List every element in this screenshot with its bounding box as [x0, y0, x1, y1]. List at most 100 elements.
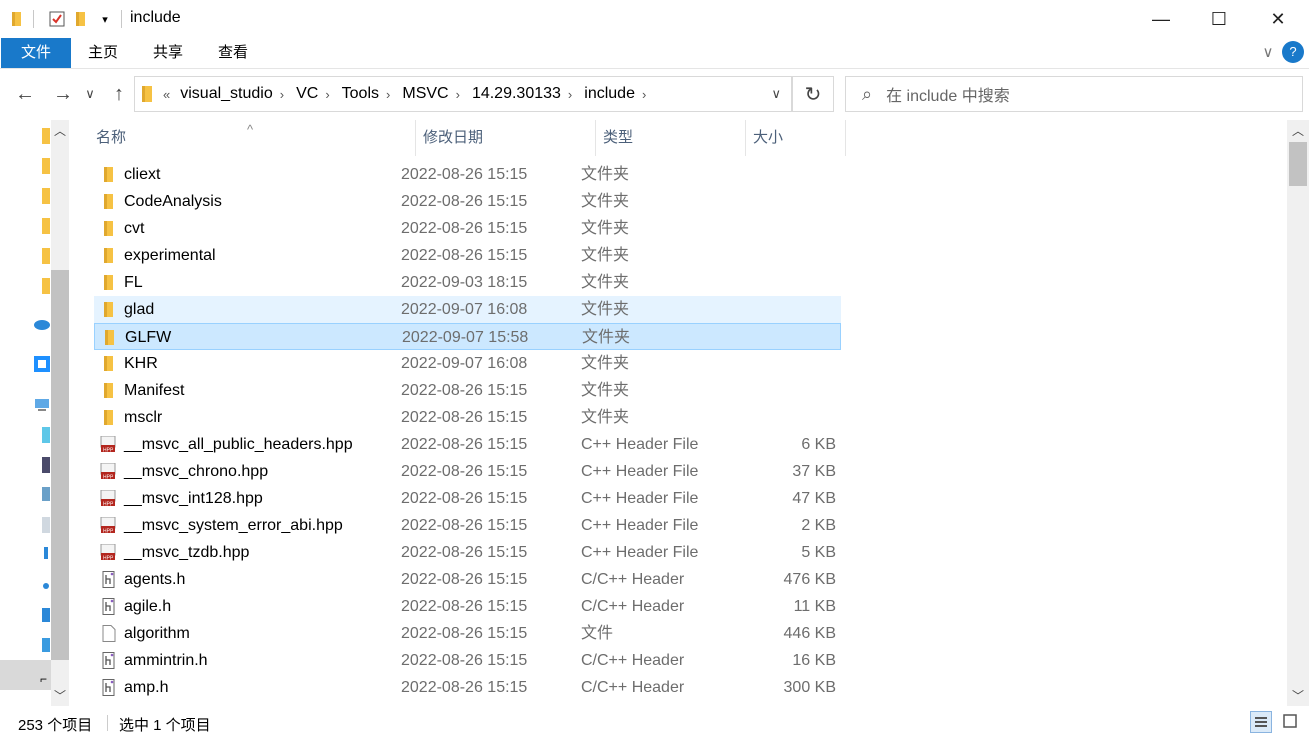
file-row[interactable]: KHR 2022-09-07 16:08 文件夹: [94, 350, 841, 377]
chevron-right-icon[interactable]: ›: [325, 87, 329, 102]
file-row[interactable]: amp.h 2022-08-26 15:15 C/C++ Header 300 KB: [94, 674, 841, 701]
music-icon[interactable]: [42, 582, 50, 590]
videos-icon[interactable]: [42, 457, 50, 473]
chevron-right-icon[interactable]: ›: [386, 87, 390, 102]
column-divider[interactable]: [845, 120, 846, 156]
breadcrumb-overflow[interactable]: «: [163, 87, 170, 102]
column-divider[interactable]: [745, 120, 746, 156]
maximize-button[interactable]: ☐: [1196, 0, 1242, 38]
file-row[interactable]: cvt 2022-08-26 15:15 文件夹: [94, 215, 841, 242]
forward-button[interactable]: →: [48, 78, 78, 110]
breadcrumb-version[interactable]: 14.29.30133: [472, 85, 561, 103]
file-type: 文件夹: [581, 193, 630, 210]
tab-file[interactable]: 文件: [1, 38, 71, 68]
address-dropdown-icon[interactable]: ∨: [771, 86, 781, 102]
scroll-up-icon[interactable]: ︿: [1292, 122, 1304, 139]
expand-ribbon-icon[interactable]: ∨: [1256, 38, 1280, 68]
scroll-down-icon[interactable]: ﹀: [54, 687, 66, 704]
tab-home[interactable]: 主页: [80, 38, 126, 68]
chevron-right-icon[interactable]: ›: [280, 87, 284, 102]
folder-icon[interactable]: [42, 158, 50, 174]
folder-icon[interactable]: [42, 128, 50, 144]
file-row[interactable]: HPP __msvc_system_error_abi.hpp 2022-08-26…: [94, 512, 841, 539]
scroll-down-icon[interactable]: ﹀: [1292, 687, 1304, 704]
column-divider[interactable]: [595, 120, 596, 156]
file-row[interactable]: Manifest 2022-08-26 15:15 文件夹: [94, 377, 841, 404]
file-row[interactable]: HPP __msvc_tzdb.hpp 2022-08-26 15:15 C++ He…: [94, 539, 841, 566]
file-size: [734, 404, 836, 431]
nav-scroll-thumb[interactable]: [51, 270, 69, 660]
address-bar[interactable]: « visual_studio › VC › Tools › MSVC › 14…: [134, 76, 792, 112]
refresh-button[interactable]: ↻: [792, 76, 834, 112]
file-type: C/C++ Header: [581, 571, 685, 588]
svg-text:HPP: HPP: [103, 448, 114, 454]
chevron-right-icon[interactable]: ›: [456, 87, 460, 102]
properties-icon[interactable]: [47, 9, 67, 29]
file-size: 446 KB: [783, 625, 836, 642]
column-header-date[interactable]: 修改日期: [423, 120, 483, 156]
file-row[interactable]: cliext 2022-08-26 15:15 文件夹: [94, 161, 841, 188]
onedrive-icon[interactable]: [32, 318, 50, 330]
this-pc-icon[interactable]: [34, 398, 50, 412]
file-row[interactable]: algorithm 2022-08-26 15:15 文件 446 KB: [94, 620, 841, 647]
column-header-size[interactable]: 大小: [753, 120, 783, 156]
breadcrumb-vc[interactable]: VC: [296, 85, 318, 103]
large-icons-view-icon[interactable]: [1280, 711, 1302, 733]
objects-3d-icon[interactable]: [42, 427, 50, 443]
folder-icon[interactable]: [42, 218, 50, 234]
breadcrumb-msvc[interactable]: MSVC: [402, 85, 448, 103]
customize-toolbar-icon[interactable]: ▾: [97, 9, 113, 29]
folder-icon[interactable]: [42, 278, 50, 294]
file-row[interactable]: agile.h 2022-08-26 15:15 C/C++ Header 11 KB: [94, 593, 841, 620]
new-folder-icon[interactable]: [74, 9, 90, 29]
app-icon[interactable]: [34, 356, 50, 372]
file-size: 16 KB: [792, 652, 836, 669]
file-row[interactable]: msclr 2022-08-26 15:15 文件夹: [94, 404, 841, 431]
item-count: 253 个项目: [18, 717, 93, 734]
tab-share[interactable]: 共享: [145, 38, 191, 68]
file-row[interactable]: agents.h 2022-08-26 15:15 C/C++ Header 476 …: [94, 566, 841, 593]
column-header-name[interactable]: 名称: [96, 120, 126, 156]
file-list-scrollbar[interactable]: ︿ ﹀: [1287, 120, 1309, 706]
breadcrumb-include[interactable]: include: [584, 85, 635, 103]
file-row[interactable]: experimental 2022-08-26 15:15 文件夹: [94, 242, 841, 269]
file-row[interactable]: HPP __msvc_int128.hpp 2022-08-26 15:15 C++ …: [94, 485, 841, 512]
file-name: __msvc_tzdb.hpp: [124, 544, 250, 561]
details-view-icon[interactable]: [1250, 711, 1272, 733]
column-header-type[interactable]: 类型: [603, 120, 633, 156]
scroll-thumb[interactable]: [1289, 142, 1307, 186]
close-button[interactable]: ✕: [1255, 0, 1301, 38]
folder-icon[interactable]: [42, 248, 50, 264]
breadcrumb-visual-studio[interactable]: visual_studio: [180, 85, 273, 103]
drive-icon[interactable]: ⌐: [40, 672, 47, 686]
documents-icon[interactable]: [42, 517, 50, 533]
pictures-icon[interactable]: [42, 487, 50, 501]
file-type: 文件: [581, 625, 614, 642]
breadcrumb-tools[interactable]: Tools: [342, 85, 379, 103]
help-icon[interactable]: ?: [1282, 41, 1304, 63]
folder-icon[interactable]: [42, 188, 50, 204]
folder-icon: [10, 9, 26, 29]
file-row[interactable]: HPP __msvc_chrono.hpp 2022-08-26 15:15 C++ …: [94, 458, 841, 485]
file-row[interactable]: glad 2022-09-07 16:08 文件夹: [94, 296, 841, 323]
file-row[interactable]: FL 2022-09-03 18:15 文件夹: [94, 269, 841, 296]
chevron-right-icon[interactable]: ›: [568, 87, 572, 102]
up-button[interactable]: ↑: [104, 78, 134, 110]
search-input[interactable]: ⌕ 在 include 中搜索: [845, 76, 1303, 112]
column-divider[interactable]: [415, 120, 416, 156]
file-row[interactable]: GLFW 2022-09-07 15:58 文件夹: [94, 323, 841, 350]
separator: [33, 10, 34, 28]
file-row[interactable]: HPP __msvc_all_public_headers.hpp 2022-08-…: [94, 431, 841, 458]
downloads-icon[interactable]: [42, 547, 50, 563]
desktop-icon[interactable]: [42, 608, 50, 622]
windows-drive-icon[interactable]: [42, 638, 50, 652]
file-row[interactable]: CodeAnalysis 2022-08-26 15:15 文件夹: [94, 188, 841, 215]
file-size: [734, 296, 836, 323]
chevron-right-icon[interactable]: ›: [642, 87, 646, 102]
file-row[interactable]: ammintrin.h 2022-08-26 15:15 C/C++ Header 1…: [94, 647, 841, 674]
scroll-up-icon[interactable]: ︿: [54, 122, 66, 139]
tab-view[interactable]: 查看: [210, 38, 256, 68]
recent-locations-button[interactable]: ∨: [80, 78, 100, 110]
minimize-button[interactable]: —: [1138, 0, 1184, 38]
back-button[interactable]: ←: [10, 78, 40, 110]
